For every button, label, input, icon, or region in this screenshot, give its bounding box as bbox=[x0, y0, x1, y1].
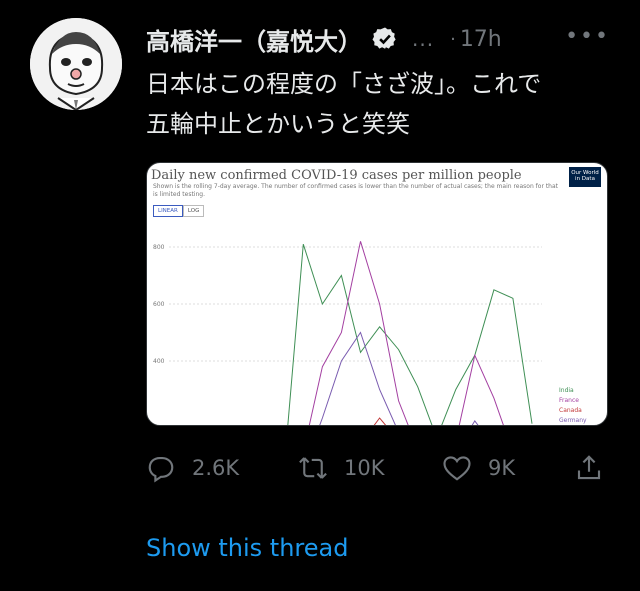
heart-icon bbox=[443, 456, 471, 481]
share-icon bbox=[577, 455, 601, 480]
y-tick-label: 600 bbox=[153, 301, 165, 308]
chart-subtitle: Shown is the rolling 7-day average. The … bbox=[153, 183, 559, 198]
retweet-count: 10K bbox=[344, 456, 385, 480]
retweet-button[interactable]: 10K bbox=[298, 448, 385, 488]
tweet-timestamp[interactable]: 17h bbox=[460, 27, 502, 52]
y-tick-label: 800 bbox=[153, 244, 165, 251]
reply-icon bbox=[148, 456, 174, 483]
series-line-india bbox=[287, 244, 533, 425]
reply-count: 2.6K bbox=[192, 456, 240, 480]
legend-label: Germany bbox=[559, 417, 587, 424]
covid-line-chart: 400 600 800 India France Canada Germany bbox=[153, 241, 587, 425]
share-button[interactable] bbox=[574, 448, 604, 488]
y-tick-label: 400 bbox=[153, 358, 165, 365]
avatar-illustration bbox=[30, 18, 122, 110]
legend-label: India bbox=[559, 387, 574, 394]
verified-badge-icon bbox=[372, 27, 396, 49]
author-name[interactable]: 高橋洋一（嘉悦大） bbox=[146, 22, 362, 57]
log-toggle: LOG bbox=[182, 205, 205, 217]
legend-label: Canada bbox=[559, 407, 582, 414]
scale-toggle: LINEAR LOG bbox=[153, 205, 205, 217]
tweet-media-image[interactable]: 400 600 800 India France Canada Germany Daily … bbox=[146, 162, 608, 426]
tweet-actions: 2.6K 10K 9K bbox=[146, 448, 616, 488]
author-handle[interactable]: ... bbox=[412, 27, 434, 51]
reply-button[interactable]: 2.6K bbox=[146, 448, 239, 488]
series-line-canada bbox=[373, 417, 387, 425]
legend-label: France bbox=[559, 397, 579, 404]
like-button[interactable]: 9K bbox=[442, 448, 515, 488]
more-options-button[interactable]: ••• bbox=[565, 24, 610, 49]
like-count: 9K bbox=[488, 456, 516, 480]
retweet-icon bbox=[299, 457, 327, 479]
show-thread-link[interactable]: Show this thread bbox=[146, 534, 348, 562]
owid-logo: Our World in Data bbox=[569, 167, 601, 187]
linear-toggle: LINEAR bbox=[153, 205, 183, 217]
time-separator: · bbox=[450, 28, 456, 50]
author-avatar[interactable] bbox=[30, 18, 122, 110]
tweet-header: 高橋洋一（嘉悦大） ... · 17h ••• bbox=[146, 22, 626, 56]
tweet-text: 日本はこの程度の「さざ波」。これで 五輪中止とかいうと笑笑 bbox=[146, 70, 542, 138]
chart-title: Daily new confirmed COVID-19 cases per m… bbox=[151, 168, 522, 183]
series-line-germany bbox=[319, 331, 479, 425]
owid-logo-line2: in Data bbox=[575, 176, 595, 182]
